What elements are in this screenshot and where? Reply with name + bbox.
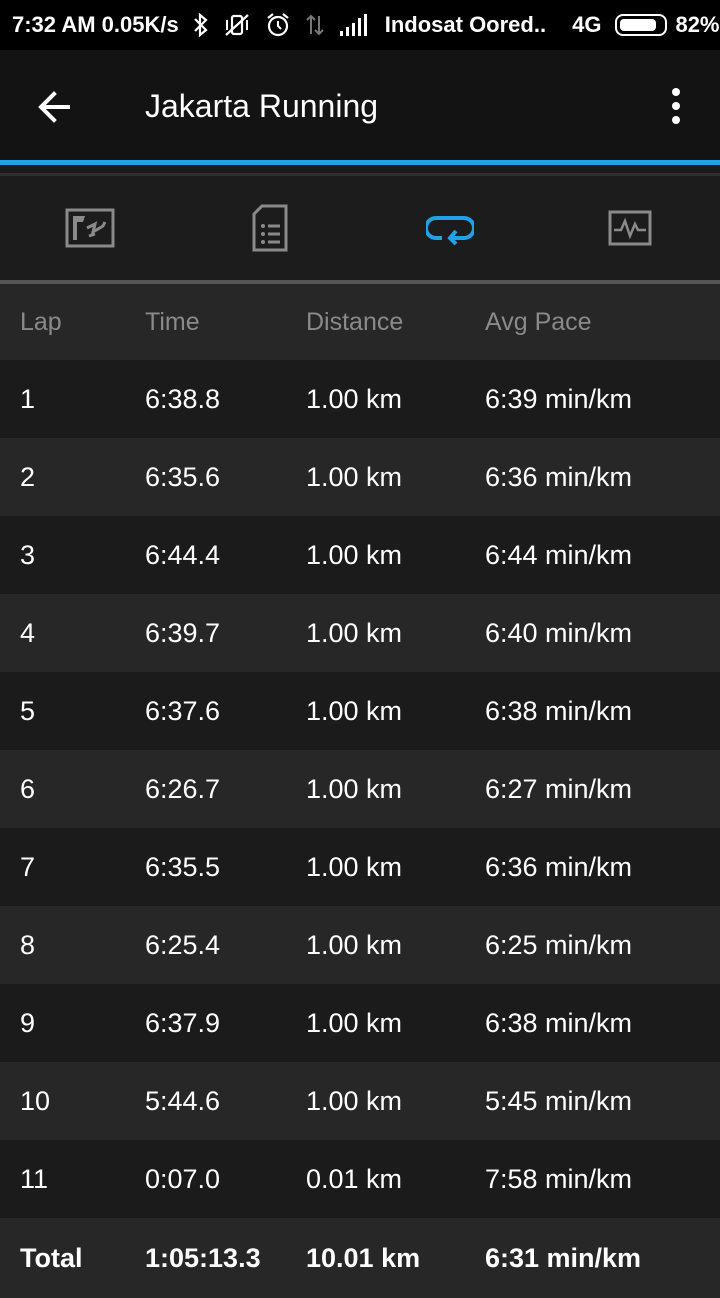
status-bar: 7:32 AM 0.05K/s Indosat Oored.. 4G 82% xyxy=(0,0,720,50)
tab-map[interactable] xyxy=(0,176,180,280)
lap-avg-pace: 6:27 min/km xyxy=(485,774,633,804)
status-icons xyxy=(193,12,371,38)
lap-distance: 1.00 km xyxy=(306,930,403,960)
lap-number: 5 xyxy=(20,696,36,726)
lap-avg-pace: 6:25 min/km xyxy=(485,930,633,960)
network-type: 4G xyxy=(572,12,602,37)
alarm-icon xyxy=(267,13,289,37)
lap-avg-pace: 6:36 min/km xyxy=(485,462,633,492)
lap-table: Lap Time Distance Avg Pace 1 6:38.8 1.00 k… xyxy=(0,284,720,1298)
tab-bar xyxy=(0,176,720,284)
table-header: Lap Time Distance Avg Pace xyxy=(0,284,720,360)
clock-text: 7:32 AM xyxy=(12,12,96,37)
table-row[interactable]: 2 6:35.6 1.00 km 6:36 min/km xyxy=(0,438,720,516)
table-row[interactable]: 9 6:37.9 1.00 km 6:38 min/km xyxy=(0,984,720,1062)
lap-avg-pace: 7:58 min/km xyxy=(485,1164,633,1194)
lap-distance: 1.00 km xyxy=(306,852,403,882)
battery-percent: 82% xyxy=(675,12,720,37)
data-transfer-icon xyxy=(306,14,324,36)
lap-time: 6:39.7 xyxy=(145,618,221,648)
total-distance: 10.01 km xyxy=(306,1243,421,1273)
lap-time: 6:35.5 xyxy=(145,852,221,882)
lap-number: 4 xyxy=(20,618,36,648)
lap-distance: 1.00 km xyxy=(306,384,403,414)
header-lap: Lap xyxy=(20,308,62,336)
lap-number: 9 xyxy=(20,1008,36,1038)
lap-number: 1 xyxy=(20,384,36,414)
signal-icon xyxy=(339,14,367,36)
bluetooth-icon xyxy=(193,12,208,38)
table-row[interactable]: 4 6:39.7 1.00 km 6:40 min/km xyxy=(0,594,720,672)
table-row[interactable]: 5 6:37.6 1.00 km 6:38 min/km xyxy=(0,672,720,750)
lap-time: 0:07.0 xyxy=(145,1164,221,1194)
lap-avg-pace: 6:44 min/km xyxy=(485,540,633,570)
activity-chart-icon xyxy=(608,210,652,246)
header-distance: Distance xyxy=(306,308,404,336)
lap-time: 5:44.6 xyxy=(145,1086,221,1116)
header-avg-pace: Avg Pace xyxy=(485,308,592,336)
lap-distance: 1.00 km xyxy=(306,696,403,726)
header-time: Time xyxy=(145,308,200,336)
page-title: Jakarta Running xyxy=(145,88,379,124)
table-row[interactable]: 6 6:26.7 1.00 km 6:27 min/km xyxy=(0,750,720,828)
carrier-name: Indosat Oored.. xyxy=(384,12,547,37)
lap-avg-pace: 6:38 min/km xyxy=(485,1008,633,1038)
tab-laps[interactable] xyxy=(360,176,540,284)
lap-avg-pace: 6:39 min/km xyxy=(485,384,633,414)
table-row[interactable]: 11 0:07.0 0.01 km 7:58 min/km xyxy=(0,1140,720,1218)
lap-number: 2 xyxy=(20,462,36,492)
lap-distance: 1.00 km xyxy=(306,1008,403,1038)
lap-distance: 1.00 km xyxy=(306,774,403,804)
battery-icon xyxy=(615,14,668,36)
lap-time: 6:38.8 xyxy=(145,384,221,414)
total-time: 1:05:13.3 xyxy=(145,1243,261,1273)
lap-distance: 1.00 km xyxy=(306,540,403,570)
total-label: Total xyxy=(20,1243,83,1273)
lap-number: 3 xyxy=(20,540,36,570)
lap-avg-pace: 6:40 min/km xyxy=(485,618,633,648)
lap-time: 6:25.4 xyxy=(145,930,221,960)
lap-number: 6 xyxy=(20,774,36,804)
lap-time: 6:35.6 xyxy=(145,462,221,492)
lap-time: 6:37.6 xyxy=(145,696,221,726)
network-speed: 0.05K/s xyxy=(101,12,179,37)
lap-loop-icon xyxy=(426,216,474,246)
total-row: Total 1:05:13.3 10.01 km 6:31 min/km xyxy=(0,1218,720,1298)
lap-distance: 1.00 km xyxy=(306,462,403,492)
lap-distance: 1.00 km xyxy=(306,618,403,648)
table-row[interactable]: 1 6:38.8 1.00 km 6:39 min/km xyxy=(0,360,720,438)
lap-distance: 1.00 km xyxy=(306,1086,403,1116)
status-time: 7:32 AM 0.05K/s xyxy=(12,12,179,38)
table-row[interactable]: 7 6:35.5 1.00 km 6:36 min/km xyxy=(0,828,720,906)
map-icon xyxy=(65,208,115,248)
lap-time: 6:37.9 xyxy=(145,1008,221,1038)
tab-charts[interactable] xyxy=(540,176,720,280)
lap-number: 7 xyxy=(20,852,36,882)
app-bar: Jakarta Running xyxy=(0,50,720,160)
lap-number: 8 xyxy=(20,930,36,960)
lap-avg-pace: 6:38 min/km xyxy=(485,696,633,726)
table-row[interactable]: 8 6:25.4 1.00 km 6:25 min/km xyxy=(0,906,720,984)
accent-divider xyxy=(0,160,720,165)
lap-avg-pace: 6:36 min/km xyxy=(485,852,633,882)
lap-distance: 0.01 km xyxy=(306,1164,403,1194)
total-avg-pace: 6:31 min/km xyxy=(485,1243,642,1273)
tab-details[interactable] xyxy=(180,176,360,280)
document-list-icon xyxy=(252,204,288,252)
lap-avg-pace: 5:45 min/km xyxy=(485,1086,633,1116)
table-row[interactable]: 3 6:44.4 1.00 km 6:44 min/km xyxy=(0,516,720,594)
back-arrow-icon[interactable] xyxy=(30,82,80,132)
more-options-icon[interactable] xyxy=(658,82,694,132)
lap-number: 11 xyxy=(20,1164,49,1194)
lap-time: 6:26.7 xyxy=(145,774,221,804)
table-row[interactable]: 10 5:44.6 1.00 km 5:45 min/km xyxy=(0,1062,720,1140)
vibrate-off-icon xyxy=(224,14,249,36)
lap-number: 10 xyxy=(20,1086,51,1116)
lap-time: 6:44.4 xyxy=(145,540,221,570)
